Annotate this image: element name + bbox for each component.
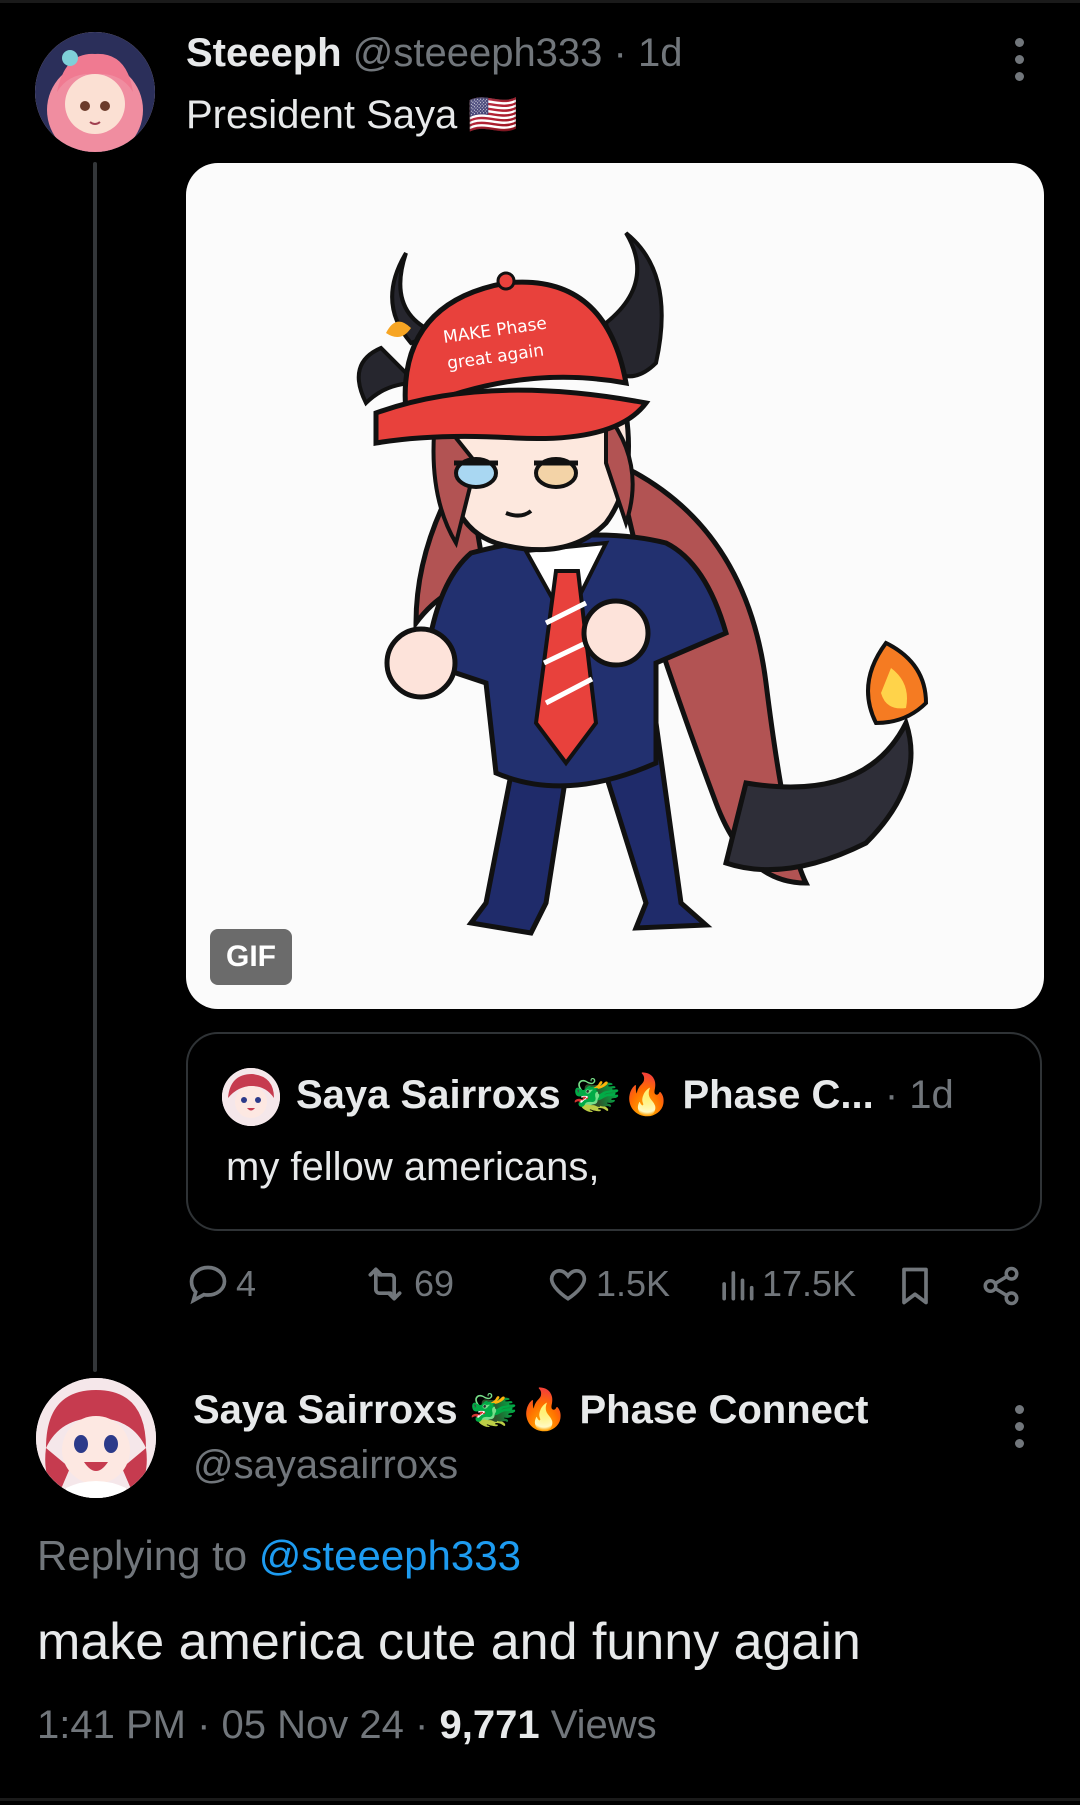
separator: · [884,1073,899,1117]
quote-author-suffix[interactable]: Phase C... [683,1073,874,1117]
views-count: 17.5K [762,1263,857,1304]
separator: · [613,31,627,75]
reply-time[interactable]: 1:41 PM [37,1703,186,1747]
reply-date[interactable]: 05 Nov 24 [222,1703,404,1747]
repost-icon [368,1267,402,1301]
reply-handle[interactable]: @sayasairroxs [193,1440,458,1490]
like-count: 1.5K [596,1263,671,1304]
bookmark-icon[interactable] [895,1264,935,1313]
replying-to-link[interactable]: @steeeph333 [259,1532,521,1579]
reply-count: 4 [236,1263,257,1304]
replying-to-label: Replying to [37,1532,248,1579]
gif-badge: GIF [210,929,292,985]
quote-author-emoji: 🐲🔥 [571,1073,672,1117]
separator: · [415,1703,429,1747]
bottom-divider [0,1798,1080,1801]
quote-header: Saya Sairroxs 🐲🔥 Phase C... · 1d [296,1070,954,1120]
quote-age: 1d [909,1073,954,1117]
heart-icon [549,1268,587,1301]
quote-author-name[interactable]: Saya Sairroxs [296,1073,561,1117]
reply-icon [189,1265,227,1305]
analytics-icon [722,1271,754,1301]
president-saya-illustration: MAKE Phase great again [356,231,929,936]
more-options-icon[interactable] [1015,1405,1024,1448]
saya-avatar[interactable] [36,1378,156,1498]
saya-avatar-small [222,1068,280,1126]
top-divider [0,0,1080,3]
tweet-media-gif[interactable]: MAKE Phase great again GIF [186,163,1044,1009]
tweet-header: Steeeph @steeeph333 · 1d [186,28,683,78]
author-handle[interactable]: @steeeph333 [353,31,603,75]
share-icon[interactable] [980,1264,1022,1313]
reply-meta: 1:41 PM · 05 Nov 24 · 9,771 Views [37,1700,657,1750]
views-action[interactable]: 17.5K [718,1262,856,1306]
reply-author-name[interactable]: Saya Sairroxs [193,1388,458,1432]
reply-action[interactable]: 4 [186,1262,256,1306]
replying-to-line: Replying to @steeeph333 [37,1530,521,1582]
tweet-text: President Saya 🇺🇸 [186,93,519,137]
reply-views-count: 9,771 [439,1703,540,1747]
separator: · [197,1703,211,1747]
quoted-tweet[interactable]: Saya Sairroxs 🐲🔥 Phase C... · 1d my fell… [186,1032,1042,1231]
steeeph-avatar[interactable] [35,32,155,152]
thread-line [93,162,97,1372]
reply-author-emoji: 🐲🔥 [468,1388,569,1432]
more-options-icon[interactable] [1015,38,1024,81]
repost-count: 69 [414,1263,455,1304]
reply-views-label: Views [550,1703,657,1747]
repost-action[interactable]: 69 [362,1262,454,1306]
quote-text: my fellow americans, [226,1145,600,1189]
reply-author-suffix[interactable]: Phase Connect [580,1388,869,1432]
tweet-age[interactable]: 1d [638,31,683,75]
like-action[interactable]: 1.5K [546,1262,670,1306]
reply-author-line: Saya Sairroxs 🐲🔥 Phase Connect [193,1385,868,1435]
reply-text: make america cute and funny again [37,1613,861,1671]
author-name[interactable]: Steeeph [186,31,342,75]
